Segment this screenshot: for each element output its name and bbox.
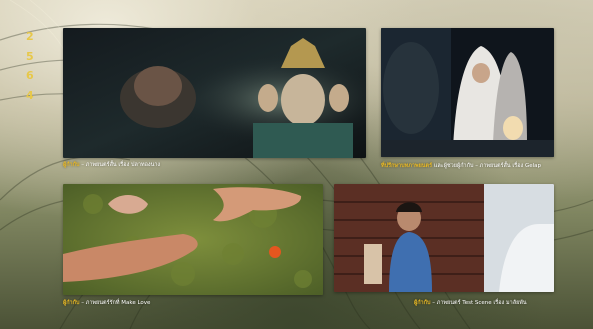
year-digit: 2 — [26, 30, 34, 43]
film-still-4[interactable] — [334, 184, 554, 292]
film-still-1-image — [63, 28, 366, 158]
film-caption-4: ผู้กำกับ – ภาพยนตร์ Test Scene เรื่อง มา… — [414, 300, 527, 307]
year-list: 2 5 6 4 — [26, 27, 34, 105]
film-role: ผู้กำกับ — [63, 162, 80, 168]
film-caption-2: ที่ปรึกษาบทภาพยนตร์ และผู้ช่วยผู้กำกับ –… — [381, 163, 541, 170]
film-role: ที่ปรึกษาบทภาพยนตร์ — [381, 163, 433, 169]
film-role: ผู้กำกับ — [63, 300, 80, 306]
film-still-3-image — [63, 184, 323, 295]
film-caption-1: ผู้กำกับ – ภาพยนตร์สั้น เรื่อง ปลาทองนาง — [63, 162, 160, 169]
year-digit: 4 — [26, 88, 34, 102]
year-digit: 5 — [26, 49, 34, 63]
film-still-2-image — [381, 28, 554, 157]
film-description: – ภาพยนตร์ Test Scene เรื่อง มาลัยพัน — [430, 300, 527, 306]
film-description: และผู้ช่วยผู้กำกับ – ภาพยนตร์สั้น เรื่อง… — [432, 163, 542, 169]
film-still-3[interactable] — [63, 184, 323, 295]
film-still-4-image — [334, 184, 554, 292]
film-role: ผู้กำกับ — [414, 300, 431, 306]
film-description: – ภาพยนตร์รักที่ Make Love — [79, 300, 151, 306]
film-still-2[interactable] — [381, 28, 554, 157]
year-digit: 6 — [26, 69, 34, 82]
film-still-1[interactable] — [63, 28, 366, 158]
film-caption-3: ผู้กำกับ – ภาพยนตร์รักที่ Make Love — [63, 300, 150, 307]
film-description: – ภาพยนตร์สั้น เรื่อง ปลาทองนาง — [79, 162, 161, 168]
